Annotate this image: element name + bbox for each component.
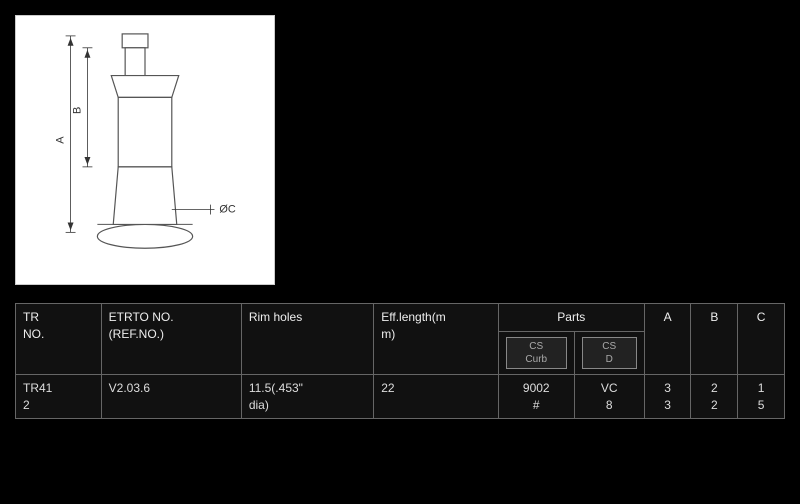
col-parts-sub1: CS Curb (498, 331, 574, 374)
col-tr-no: TR NO. (16, 304, 102, 375)
cell-tr-no: TR41 2 (16, 374, 102, 419)
col-A-header: A (644, 304, 691, 375)
cell-eff-length: 22 (374, 374, 499, 419)
specs-table: TR NO. ETRTO NO. (REF.NO.) Rim holes Eff… (15, 303, 785, 419)
col-C-header: C (738, 304, 785, 375)
col-B-header: B (691, 304, 738, 375)
cell-C: 1 5 (738, 374, 785, 419)
cell-B: 2 2 (691, 374, 738, 419)
table-container: TR NO. ETRTO NO. (REF.NO.) Rim holes Eff… (15, 303, 785, 489)
svg-text:A: A (55, 136, 67, 144)
cell-etrto-no: V2.03.6 (101, 374, 241, 419)
col-parts-header: Parts (498, 304, 644, 332)
svg-text:B: B (72, 107, 84, 114)
cell-rim-holes: 11.5(.453" dia) (241, 374, 373, 419)
col-parts-sub2: CS D (574, 331, 644, 374)
col-eff-length: Eff.length(m m) (374, 304, 499, 375)
cell-A: 3 3 (644, 374, 691, 419)
svg-text:ØC: ØC (219, 204, 235, 216)
col-etrto-no: ETRTO NO. (REF.NO.) (101, 304, 241, 375)
col-rim-holes: Rim holes (241, 304, 373, 375)
cell-parts-val2: VC 8 (574, 374, 644, 419)
main-container: A B ØC TR NO. ETRTO NO. (REF.NO.) (0, 0, 800, 504)
diagram-area: A B ØC (15, 15, 275, 285)
parts-sub1-box: CS Curb (506, 337, 567, 369)
parts-sub2-box: CS D (582, 337, 637, 369)
cell-parts-val1: 9002 # (498, 374, 574, 419)
